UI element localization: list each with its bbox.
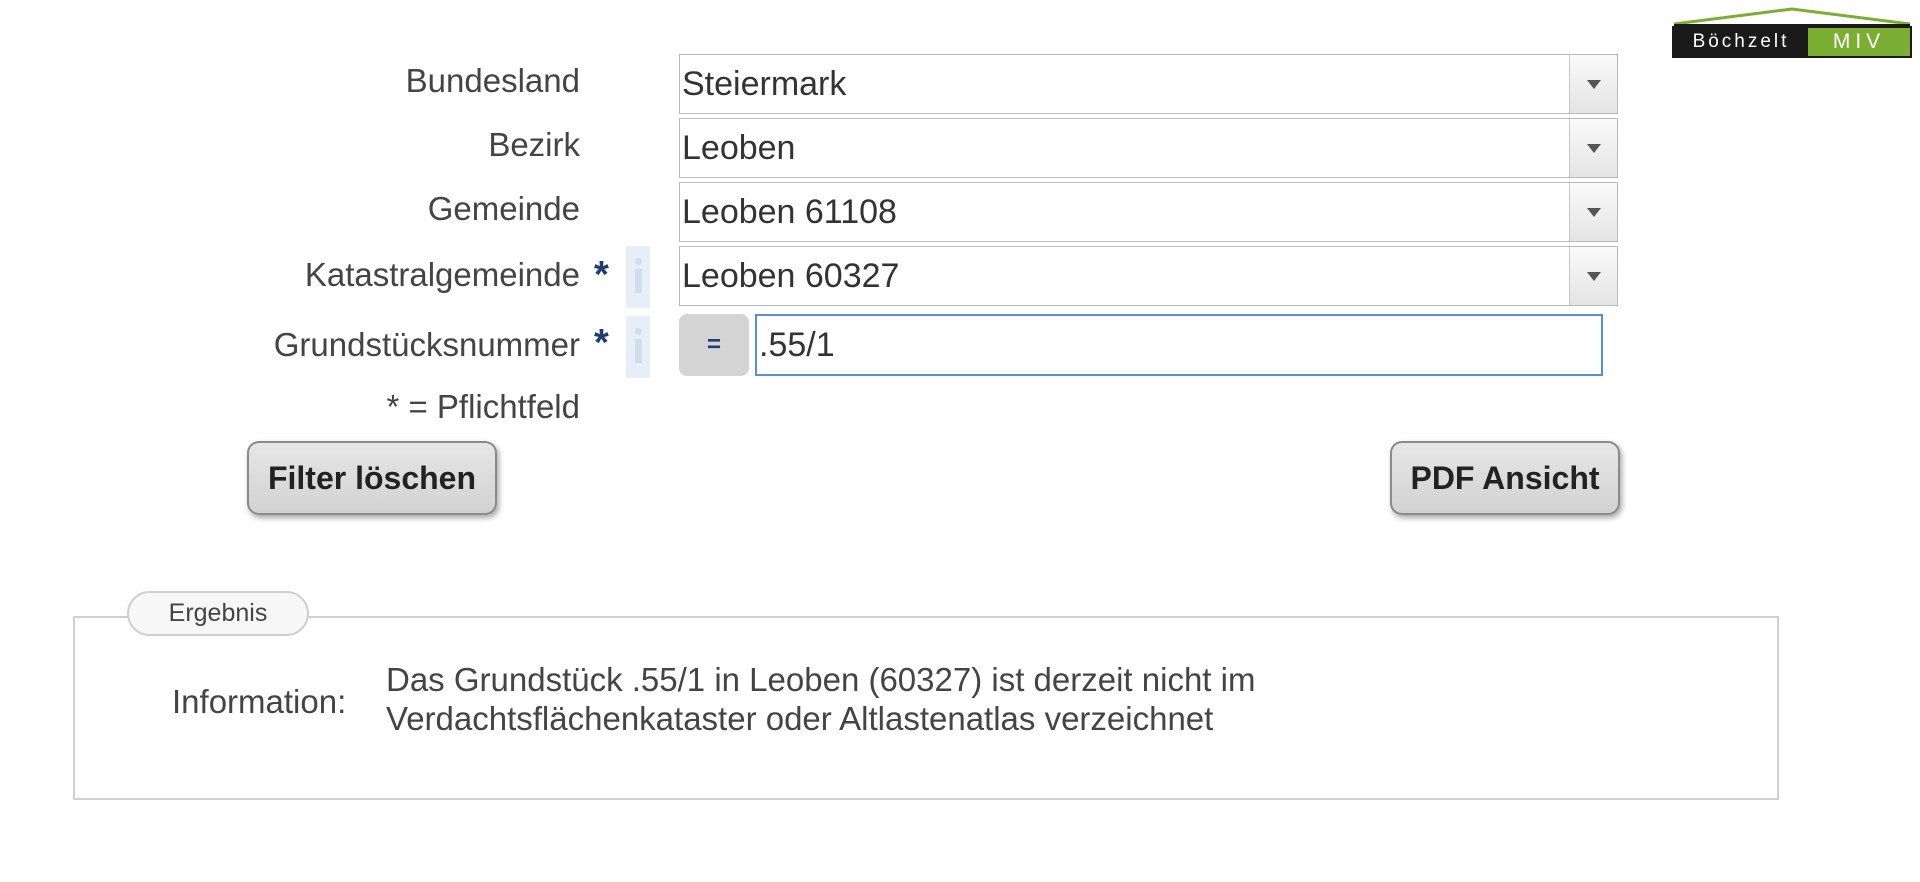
katastralgemeinde-select[interactable]: Leoben 60327 [679,246,1618,306]
katastralgemeinde-label: Katastralgemeinde [304,256,580,293]
bezirk-label: Bezirk [488,126,580,163]
chevron-down-icon [1586,271,1601,281]
comparison-operator-button[interactable]: = [679,314,749,376]
gemeinde-value: Leoben 61108 [682,192,897,231]
bundesland-value: Steiermark [682,64,847,103]
chevron-down-icon [1586,143,1601,153]
logo-roof-icon [1673,7,1911,26]
company-logo: Böchzelt MIV [1672,6,1914,58]
bezirk-dropdown-button[interactable] [1569,119,1617,177]
bezirk-select[interactable]: Leoben [679,118,1618,178]
required-field-hint: * = Pflichtfeld [386,388,580,425]
result-message-line-2: Verdachtsflächenkataster oder Altlastena… [386,700,1214,737]
grundstuecksnummer-label: Grundstücksnummer [273,326,580,363]
required-star: * [594,254,609,296]
info-icon[interactable] [626,246,650,308]
katastralgemeinde-value: Leoben 60327 [682,256,900,295]
pdf-view-button[interactable]: PDF Ansicht [1390,441,1620,515]
result-info-label: Information: [172,683,347,720]
chevron-down-icon [1586,79,1601,89]
gemeinde-label: Gemeinde [427,190,580,227]
logo-name: Böchzelt [1674,28,1808,56]
gemeinde-select[interactable]: Leoben 61108 [679,182,1618,242]
bezirk-value: Leoben [682,128,796,167]
gemeinde-dropdown-button[interactable] [1569,183,1617,241]
required-star: * [594,322,609,364]
result-message: Das Grundstück .55/1 in Leoben (60327) i… [386,660,1386,738]
parcel-number-input[interactable] [755,314,1603,376]
result-message-line-1: Das Grundstück .55/1 in Leoben (60327) i… [386,661,1256,698]
katastralgemeinde-dropdown-button[interactable] [1569,247,1617,305]
bundesland-label: Bundesland [405,62,580,99]
clear-filter-button[interactable]: Filter löschen [247,441,497,515]
result-legend: Ergebnis [127,591,309,636]
logo-wordmark: Böchzelt MIV [1672,26,1912,58]
info-icon[interactable] [626,316,650,378]
chevron-down-icon [1586,207,1601,217]
bundesland-dropdown-button[interactable] [1569,55,1617,113]
logo-suffix: MIV [1808,28,1910,56]
bundesland-select[interactable]: Steiermark [679,54,1618,114]
